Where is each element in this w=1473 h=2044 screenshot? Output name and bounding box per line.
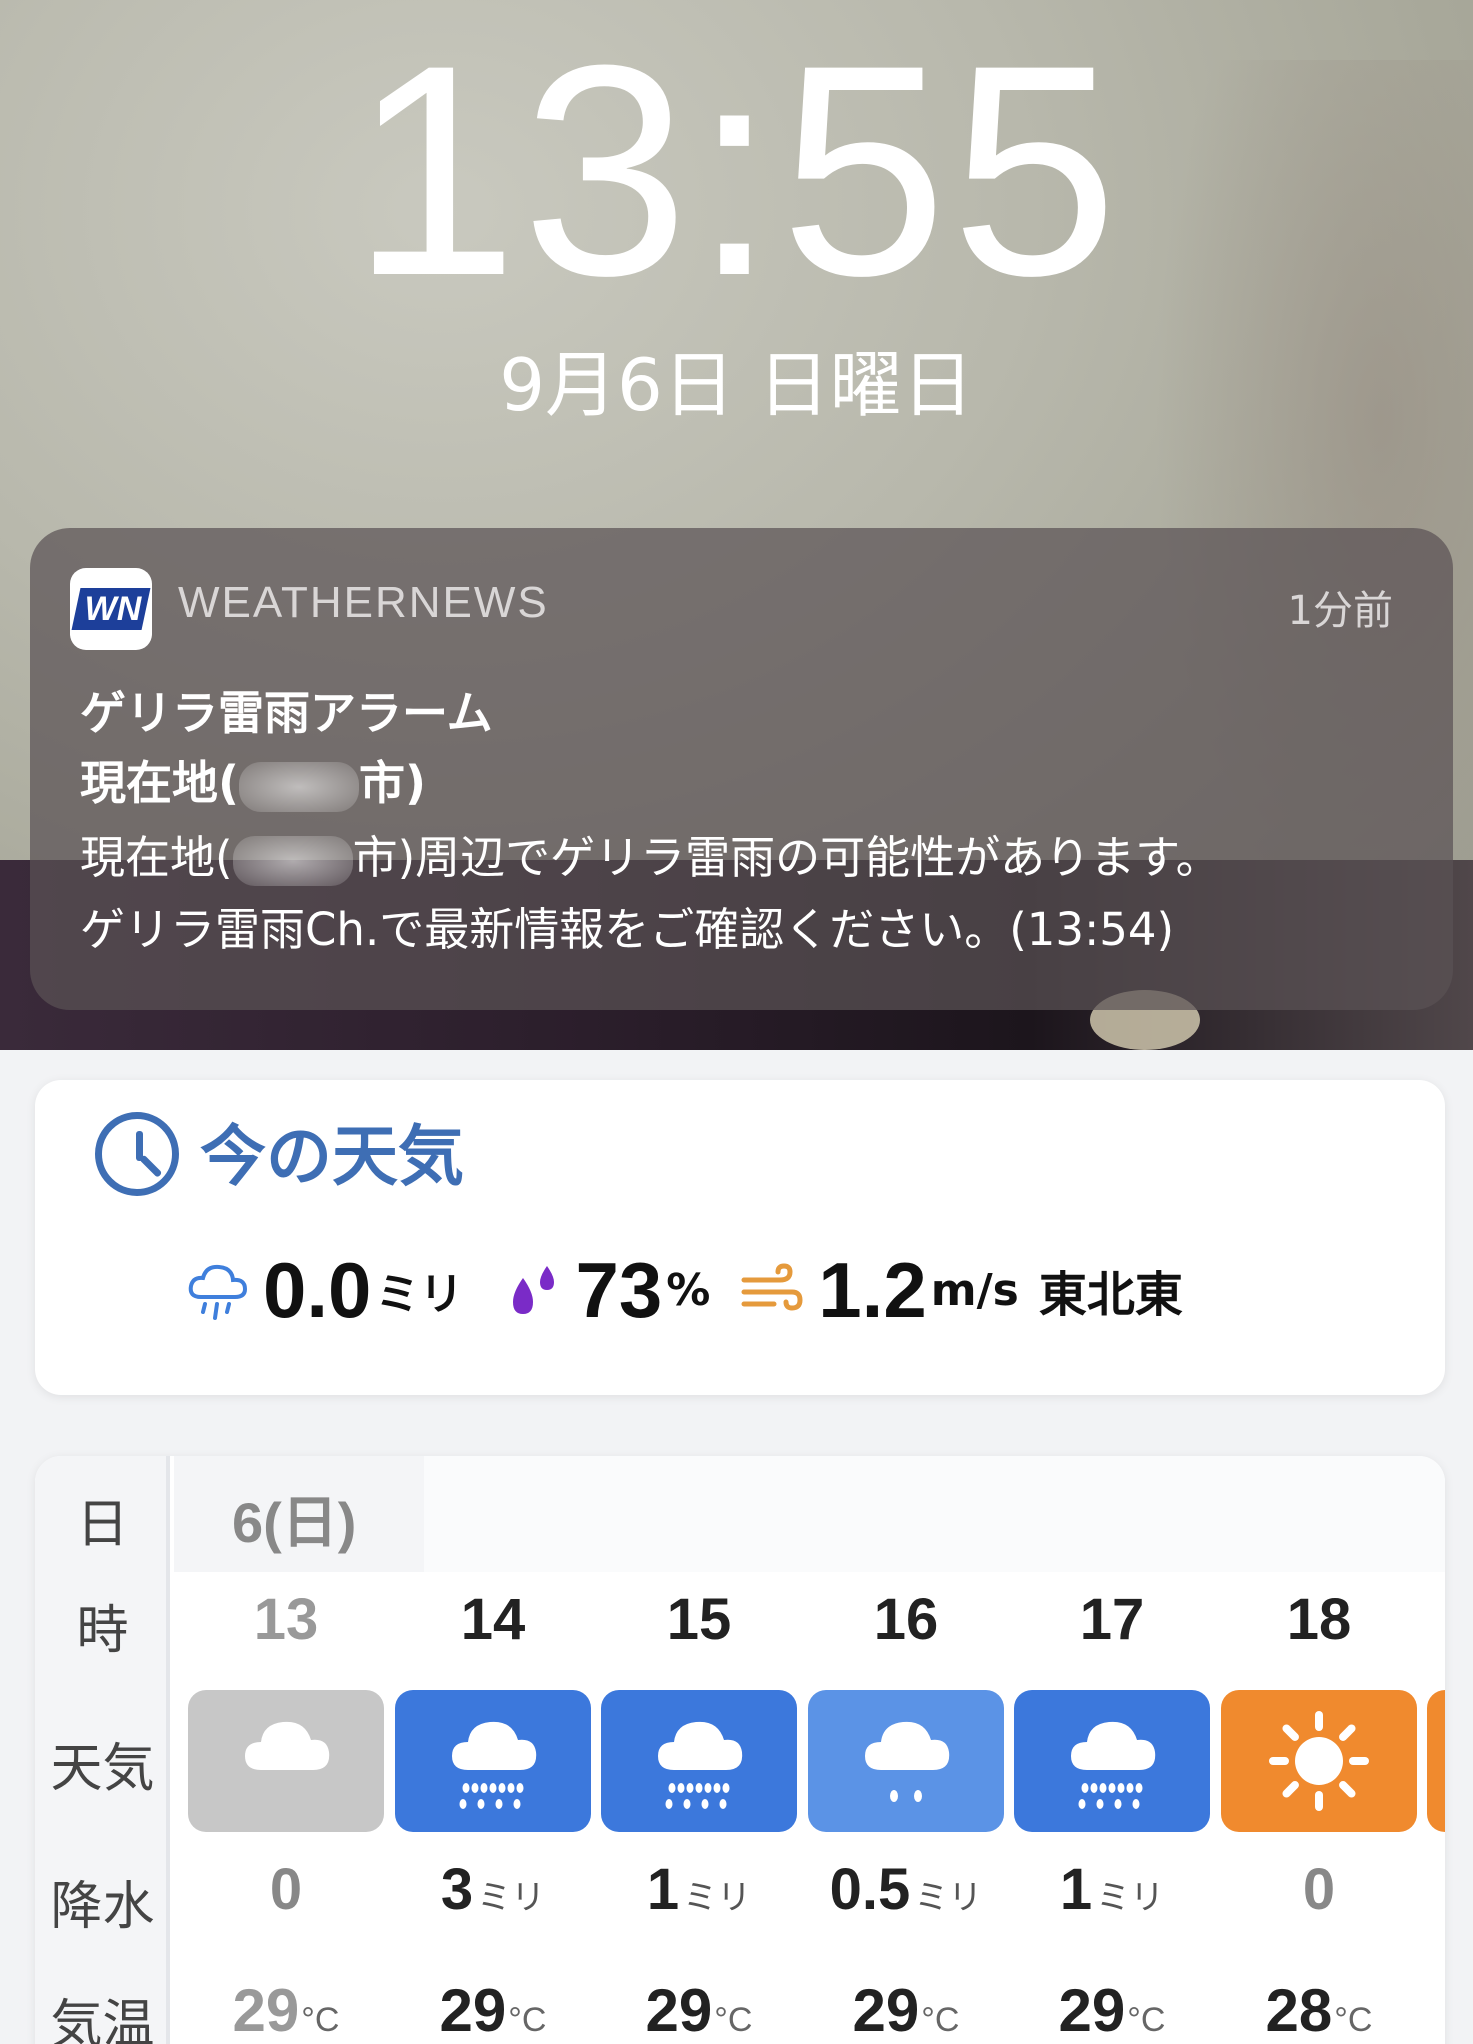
day-label: 6(日) (232, 1491, 357, 1554)
humidity-unit: % (666, 1264, 711, 1316)
hour-label: 14 (460, 1587, 526, 1652)
weather-box-sunny (1221, 1690, 1417, 1832)
next-weather-box-edge (1427, 1690, 1445, 1832)
label-temp: 気温 (50, 1995, 155, 2044)
clock-icon (95, 1112, 179, 1196)
rain-amount: 1 ミリ (1059, 1857, 1165, 1922)
sun-icon (1269, 1711, 1369, 1811)
label-day: 日 (76, 1495, 129, 1555)
temperature: 28°C (1265, 1977, 1373, 2044)
label-hour: 時 (76, 1601, 129, 1661)
day-header-bg (424, 1456, 1445, 1572)
label-weather: 天気 (50, 1739, 155, 1799)
weather-box-rain (1014, 1690, 1210, 1832)
hour-label: 13 (253, 1587, 319, 1652)
temperature: 29°C (232, 1977, 340, 2044)
label-rain: 降水 (50, 1877, 155, 1937)
redacted-city (232, 836, 353, 886)
lock-time: 13:55 (351, 2, 1122, 338)
day-header: 6(日) (174, 1456, 424, 1572)
rain-amount: 1 ミリ (646, 1857, 752, 1922)
wind-value: 1.2 (818, 1246, 927, 1334)
weather-box-rain (601, 1690, 797, 1832)
wind-direction: 東北東 (1038, 1267, 1183, 1323)
weather-box-cloudy (188, 1690, 384, 1832)
wind-unit: m/s (930, 1264, 1019, 1316)
lock-date: 9月6日 日曜日 (499, 343, 974, 427)
notification-title: ゲリラ雷雨アラーム (80, 686, 493, 740)
notification-card[interactable]: WN WEATHERNEWS 1分前 ゲリラ雷雨アラーム 現在地(市) 現在地(… (30, 528, 1453, 1010)
wind-icon (741, 1263, 803, 1311)
cloud-icon (245, 1721, 330, 1770)
hour-label: 15 (666, 1587, 732, 1652)
rain-amount: 0 (269, 1857, 303, 1922)
rain-icon (658, 1721, 743, 1809)
current-weather-stats: 0.0 ミリ 73 % 1.2 m/s 東北東 (185, 1245, 1183, 1335)
rain-amount: 3 ミリ (440, 1857, 546, 1922)
hourly-forecast-card[interactable]: 日 時 天気 降水 気温 6(日) 13 0 29°C 14 3 ミリ 29°C 15 1 ミリ 2… (35, 1456, 1445, 2044)
humidity-value: 73 (575, 1246, 663, 1334)
hour-label: 18 (1286, 1587, 1352, 1652)
temperature: 29°C (1058, 1977, 1166, 2044)
temperature: 29°C (645, 1977, 753, 2044)
notification-subtitle: 現在地(市) (80, 756, 427, 812)
lock-screen: 13:55 9月6日 日曜日 WN WEATHERNEWS 1分前 ゲリラ雷雨ア… (0, 0, 1473, 1050)
notification-body: 現在地(市)周辺でゲリラ雷雨の可能性があります。 ゲリラ雷雨Ch.で最新情報をご… (80, 831, 1221, 956)
weathernews-app-icon: WN (70, 568, 152, 650)
rain-value: 0.0 (263, 1246, 372, 1334)
row-labels: 日 時 天気 降水 気温 (35, 1456, 170, 2044)
hour-label: 16 (873, 1587, 939, 1652)
weather-box-light-rain (808, 1690, 1004, 1832)
rain-amount: 0.5 ミリ (829, 1857, 983, 1922)
temperature: 29°C (852, 1977, 960, 2044)
weather-box-rain (395, 1690, 591, 1832)
rain-icon (1071, 1721, 1156, 1809)
temperature: 29°C (439, 1977, 547, 2044)
rain-amount: 0 (1302, 1857, 1336, 1922)
current-weather-title: 今の天気 (200, 1118, 464, 1195)
hour-label: 17 (1079, 1587, 1145, 1652)
redacted-city (239, 761, 360, 812)
rain-icon (865, 1721, 950, 1802)
rain-unit: ミリ (375, 1269, 464, 1320)
rain-icon (452, 1721, 537, 1809)
humidity-drops-icon (513, 1266, 555, 1314)
notification-time: 1分前 (1287, 588, 1393, 634)
notification-app-name: WEATHERNEWS (178, 578, 549, 627)
rain-cloud-icon (188, 1264, 248, 1320)
current-weather-card: 今の天気 0.0 ミリ 73 % 1.2 m/s 東北東 (35, 1080, 1445, 1395)
